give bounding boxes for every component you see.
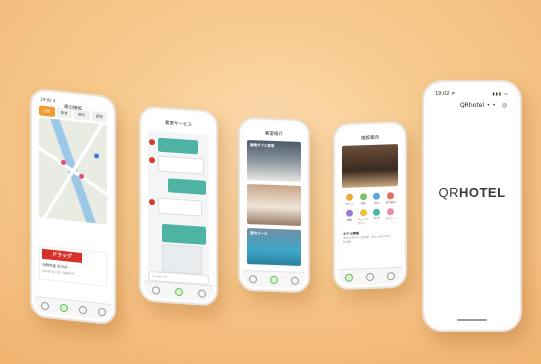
room-photo[interactable] <box>247 184 301 226</box>
bottom-tab-bar <box>243 269 305 289</box>
service-item[interactable]: チェックアウト <box>358 209 369 225</box>
bottom-tab-bar <box>35 296 111 320</box>
chat-bubble <box>162 223 206 245</box>
filter-tab[interactable]: 買物 <box>91 110 107 123</box>
brand-qr: QR <box>438 185 459 200</box>
brand-hotel: HOTEL <box>458 185 506 200</box>
filter-tab[interactable]: 飲食 <box>56 107 72 119</box>
page-title: 施設案内 <box>361 135 379 142</box>
room-photo[interactable]: 禁煙ダブル客室 <box>247 140 301 182</box>
service-item[interactable]: 館内案内 <box>385 192 396 204</box>
menu-close-icons[interactable]: •• ◎ <box>487 102 509 109</box>
phone-splash-screen: 19:02 ≠ ▮▮▮ ▭ QRhotel •• ◎ QRHOTEL <box>422 80 522 332</box>
avatar <box>149 138 155 146</box>
chat-area <box>148 130 209 284</box>
status-bar: 19:02 ≠ <box>435 91 456 97</box>
map-icon[interactable] <box>365 272 374 281</box>
filter-tab[interactable]: 全部 <box>39 105 55 118</box>
info-text: チェックイン 15:00 · チェックアウト 11:00 <box>343 234 391 244</box>
bottom-tab-bar <box>144 280 213 302</box>
room-photo[interactable]: 室内プール <box>247 228 301 266</box>
service-item[interactable]: 清掃 <box>358 193 369 205</box>
store-logo: ドラッグ <box>42 248 82 263</box>
map-pin-icon[interactable] <box>79 173 84 180</box>
hotel-hero-image <box>342 144 398 188</box>
service-item[interactable]: タクシー <box>385 208 396 224</box>
chat-bubble <box>158 197 202 217</box>
promo-scene: 19:02 4 周辺施設 全部 飲食 観光 買物 ドラッグ 乌鹤可盖 木/%6 … <box>0 0 541 364</box>
bottom-tab-bar <box>338 266 402 286</box>
settings-icon[interactable] <box>97 307 106 316</box>
map-pin-icon[interactable] <box>61 159 66 166</box>
phone-chat-screen: 客室サービス メッセージ <box>139 105 218 307</box>
brand-logo: QRHOTEL <box>427 185 517 200</box>
page-title: 客室紹介 <box>265 131 283 138</box>
phone-rooms-screen: 客室紹介 禁煙ダブル客室 室内プール <box>238 116 310 294</box>
home-icon[interactable] <box>40 301 49 310</box>
chat-icon[interactable] <box>174 287 183 296</box>
chat-bubble <box>158 155 204 175</box>
user-icon[interactable] <box>78 305 87 314</box>
phone-map-screen: 19:02 4 周辺施設 全部 飲食 観光 買物 ドラッグ 乌鹤可盖 木/%6 … <box>30 87 116 326</box>
chat-bubble <box>158 137 198 155</box>
home-indicator <box>457 319 487 321</box>
filter-tab[interactable]: 観光 <box>74 109 90 121</box>
place-card[interactable]: ドラッグ 乌鹤可盖 木/%6 10:00-21:00 · 徒歩5分 <box>39 245 107 287</box>
place-subtitle: 10:00-21:00 · 徒歩5分 <box>42 268 75 277</box>
home-icon[interactable] <box>249 274 258 283</box>
service-item[interactable]: 朝食 <box>344 209 355 226</box>
home-icon[interactable] <box>151 285 160 295</box>
chat-bubble <box>162 243 202 275</box>
signal-battery-icon: ▮▮▮ ▭ <box>492 91 509 96</box>
avatar <box>149 198 155 206</box>
photo-label: 禁煙ダブル客室 <box>250 143 275 149</box>
map-icon[interactable] <box>59 303 68 312</box>
chat-bubble <box>168 178 206 195</box>
user-icon[interactable] <box>290 276 299 285</box>
bed-icon[interactable] <box>269 275 278 284</box>
service-item[interactable]: 周辺 <box>372 192 383 205</box>
hotel-info: ホテル情報 チェックイン 15:00 · チェックアウト 11:00 <box>343 230 397 244</box>
home-icon[interactable] <box>344 273 353 282</box>
photo-label: 室内プール <box>250 231 268 236</box>
map-pin-icon[interactable] <box>94 153 99 159</box>
avatar <box>149 156 155 164</box>
map-view[interactable] <box>39 117 107 225</box>
user-icon[interactable] <box>197 288 206 298</box>
service-item[interactable]: Wi-Fi <box>372 208 383 225</box>
page-title: 客室サービス <box>165 121 192 128</box>
user-icon[interactable] <box>387 271 396 280</box>
service-grid: フロント 清掃 周辺 館内案内 朝食 チェックアウト Wi-Fi タクシー <box>344 192 396 226</box>
service-item[interactable]: フロント <box>344 193 355 206</box>
phone-services-screen: 施設案内 フロント 清掃 周辺 館内案内 朝食 チェックアウト Wi-Fi タク… <box>333 120 407 291</box>
